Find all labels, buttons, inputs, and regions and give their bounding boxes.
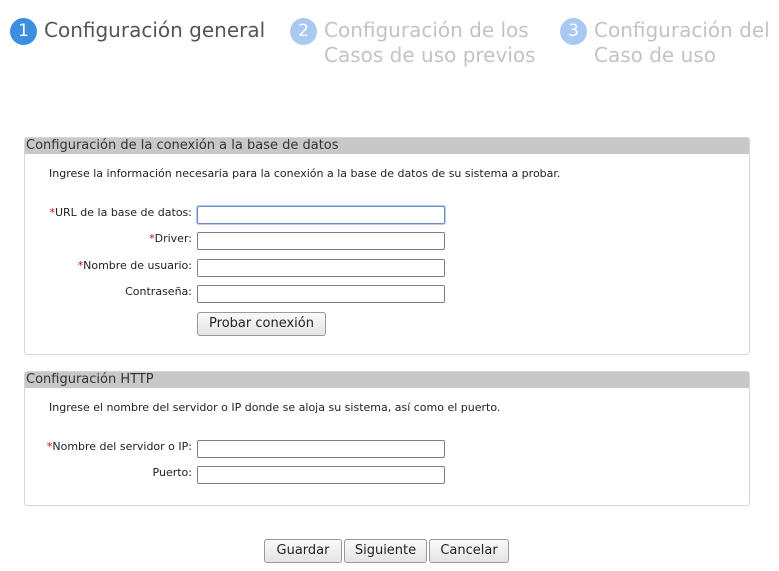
http-port-label: Puerto: [152, 466, 192, 479]
http-server-label: *Nombre del servidor o IP: [46, 440, 192, 453]
db-driver-input[interactable] [197, 232, 445, 250]
db-url-label: *URL de la base de datos: [49, 206, 192, 219]
step-3[interactable]: 3 Configuración del Caso de uso [560, 18, 770, 68]
db-user-input[interactable] [197, 259, 445, 277]
http-fieldset: Configuración HTTP Ingrese el nombre del… [24, 371, 750, 506]
next-button[interactable]: Siguiente [344, 539, 427, 563]
db-user-row: *Nombre de usuario: [25, 259, 749, 279]
db-connection-fieldset: Configuración de la conexión a la base d… [24, 137, 750, 355]
step-1[interactable]: 1 Configuración general [10, 18, 265, 45]
test-connection-button[interactable]: Probar conexión [197, 312, 326, 336]
db-password-row: Contraseña: [25, 285, 749, 305]
http-port-row: Puerto: [25, 466, 749, 486]
http-port-input[interactable] [197, 466, 445, 484]
step-2-number: 2 [290, 18, 317, 45]
step-2[interactable]: 2 Configuración de los Casos de uso prev… [290, 18, 536, 68]
http-description: Ingrese el nombre del servidor o IP dond… [49, 401, 501, 414]
db-password-input[interactable] [197, 285, 445, 303]
step-2-label: Configuración de los Casos de uso previo… [324, 18, 536, 67]
db-url-row: *URL de la base de datos: [25, 206, 749, 226]
step-1-label: Configuración general [44, 18, 266, 42]
db-url-input[interactable] [197, 206, 445, 224]
db-connection-description: Ingrese la información necesaria para la… [49, 167, 561, 180]
wizard-page: 1 Configuración general 2 Configuración … [0, 0, 779, 571]
step-1-number: 1 [10, 18, 37, 45]
db-user-label: *Nombre de usuario: [77, 259, 192, 272]
step-3-number: 3 [560, 18, 587, 45]
http-server-input[interactable] [197, 440, 445, 458]
save-button[interactable]: Guardar [264, 539, 342, 563]
cancel-button[interactable]: Cancelar [429, 539, 509, 563]
db-driver-label: *Driver: [149, 232, 192, 245]
http-legend: Configuración HTTP [25, 372, 749, 388]
db-password-label: Contraseña: [125, 285, 192, 298]
wizard-steps: 1 Configuración general 2 Configuración … [0, 0, 779, 80]
db-connection-legend: Configuración de la conexión a la base d… [25, 138, 749, 154]
step-3-label: Configuración del Caso de uso [594, 18, 770, 67]
http-server-row: *Nombre del servidor o IP: [25, 440, 749, 460]
db-driver-row: *Driver: [25, 232, 749, 252]
